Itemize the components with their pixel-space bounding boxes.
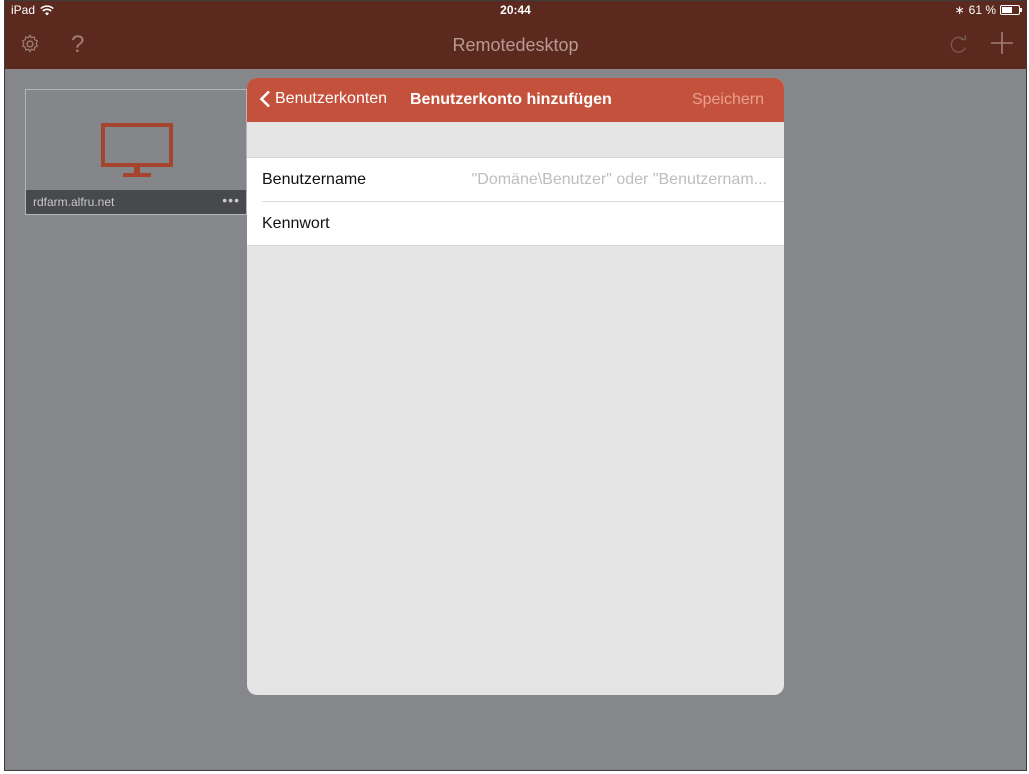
connection-name: rdfarm.alfru.net: [33, 195, 115, 209]
password-label: Kennwort: [262, 215, 330, 232]
dialog-title: Benutzerkonto hinzufügen: [410, 91, 612, 108]
screen: iPad 20:44 ∗ 61 % ? Remotedesktop rdfarm…: [4, 0, 1027, 771]
password-input[interactable]: [435, 212, 769, 236]
password-row: Kennwort: [262, 201, 784, 245]
username-label: Benutzername: [262, 171, 367, 188]
username-row: Benutzername: [247, 158, 784, 201]
save-button[interactable]: Speichern: [692, 91, 764, 109]
page-title: Remotedesktop: [452, 35, 579, 55]
battery-percent: 61 %: [968, 3, 996, 17]
more-options-icon[interactable]: •••: [222, 192, 240, 208]
status-right: ∗ 61 %: [954, 3, 1022, 17]
connection-tile[interactable]: rdfarm.alfru.net •••: [25, 89, 247, 215]
battery-icon: [1000, 5, 1022, 15]
add-icon[interactable]: [990, 31, 1014, 60]
back-label: Benutzerkonten: [275, 90, 388, 107]
dialog-header: Benutzerkonten Benutzerkonto hinzufügen …: [247, 78, 784, 122]
back-button[interactable]: Benutzerkonten: [259, 90, 387, 108]
account-form: Benutzername Kennwort: [247, 157, 784, 246]
tile-footer: rdfarm.alfru.net •••: [26, 190, 246, 214]
add-account-dialog: Benutzerkonten Benutzerkonto hinzufügen …: [247, 78, 784, 695]
username-input[interactable]: [435, 168, 769, 192]
bluetooth-icon: ∗: [954, 3, 965, 17]
monitor-icon: [101, 123, 173, 177]
clock: 20:44: [500, 3, 531, 17]
nav-bar: ? Remotedesktop: [5, 19, 1026, 69]
status-bar: iPad 20:44 ∗ 61 %: [5, 1, 1026, 19]
refresh-icon[interactable]: [948, 33, 970, 60]
chevron-left-icon: [259, 90, 270, 108]
